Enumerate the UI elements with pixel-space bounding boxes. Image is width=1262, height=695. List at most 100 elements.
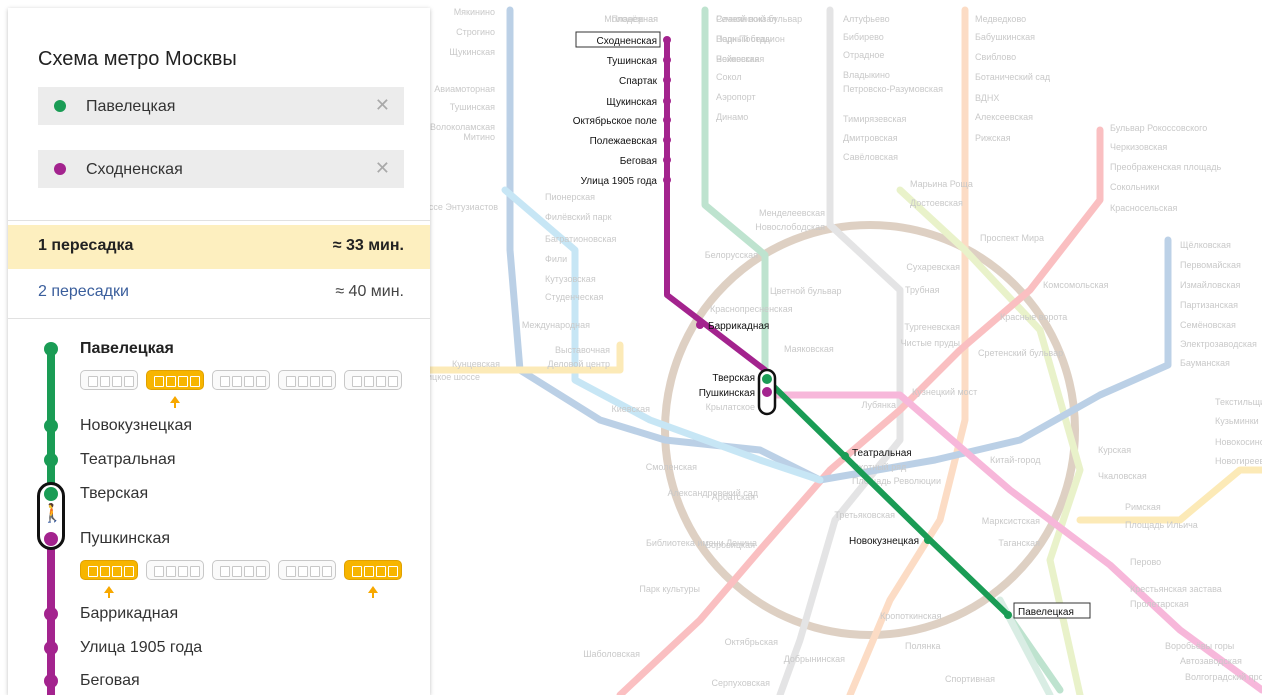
faint-station-label[interactable]: Славянский бульвар — [716, 14, 802, 24]
faint-station-label[interactable]: Фили — [545, 254, 567, 264]
faint-station-label[interactable]: Рижская — [975, 133, 1011, 143]
faint-station-label[interactable]: Строгино — [456, 27, 495, 37]
faint-station-label[interactable]: Третьяковская — [834, 510, 895, 520]
faint-station-label[interactable]: Трубная — [905, 285, 940, 295]
faint-station-label[interactable]: Краснопресненская — [710, 304, 793, 314]
close-icon[interactable]: ✕ — [375, 158, 390, 179]
faint-station-label[interactable]: Автозаводская — [1180, 656, 1242, 666]
faint-station-label[interactable]: Менделеевская — [759, 208, 825, 218]
faint-station-label[interactable]: Волгоградский проспект — [1185, 672, 1262, 682]
faint-station-label[interactable]: Добрынинская — [784, 654, 845, 664]
faint-station-label[interactable]: Партизанская — [1180, 300, 1238, 310]
faint-station-label[interactable]: Ботанический сад — [975, 72, 1051, 82]
faint-station-label[interactable]: Новокосино — [1215, 437, 1262, 447]
faint-station-label[interactable]: Серпуховская — [712, 678, 771, 688]
faint-station-label[interactable]: Авиамоторная — [434, 84, 495, 94]
faint-station-label[interactable]: Библиотека имени Ленина — [646, 538, 757, 548]
faint-station-label[interactable]: Курская — [1098, 445, 1131, 455]
faint-station-label[interactable]: Воробьёвы горы — [1165, 641, 1234, 651]
faint-station-label[interactable]: Митино — [463, 132, 495, 142]
faint-station-label[interactable]: Международная — [522, 320, 590, 330]
faint-station-label[interactable]: Электрозаводская — [1180, 339, 1257, 349]
faint-station-label[interactable]: Аэропорт — [716, 92, 756, 102]
route-option-2[interactable]: 2 пересадки ≈ 40 мин. — [8, 271, 430, 315]
faint-station-label[interactable]: Преображенская площадь — [1110, 162, 1222, 172]
faint-station-label[interactable]: Кунцевская — [452, 359, 500, 369]
faint-station-label[interactable]: Спортивная — [945, 674, 995, 684]
faint-station-label[interactable]: Сретенский бульвар — [978, 348, 1063, 358]
faint-station-label[interactable]: Щукинская — [449, 47, 495, 57]
faint-station-label[interactable]: Перово — [1130, 557, 1161, 567]
faint-station-label[interactable]: Пионерская — [545, 192, 595, 202]
faint-station-label[interactable]: Волоколамская — [430, 122, 495, 132]
faint-station-label[interactable]: Лубянка — [861, 400, 896, 410]
faint-station-label[interactable]: Парк Победы — [716, 34, 772, 44]
faint-station-label[interactable]: Выставочная — [555, 345, 610, 355]
faint-station-label[interactable]: Тургеневская — [904, 322, 960, 332]
faint-station-label[interactable]: Сокол — [716, 72, 742, 82]
faint-station-label[interactable]: Отрадное — [843, 50, 884, 60]
station-dot-tverskaya[interactable] — [762, 374, 772, 384]
faint-station-label[interactable]: Киевская — [612, 404, 651, 414]
faint-station-label[interactable]: Чистые пруды — [901, 338, 960, 348]
faint-station-label[interactable]: Багратионовская — [545, 234, 616, 244]
faint-station-label[interactable]: Таганская — [998, 538, 1040, 548]
faint-station-label[interactable]: Мякинино — [454, 7, 495, 17]
faint-station-label[interactable]: Новогиреево — [1215, 456, 1262, 466]
faint-station-label[interactable]: Белорусская — [705, 250, 758, 260]
faint-station-label[interactable]: Филёвский парк — [545, 212, 612, 222]
faint-station-label[interactable]: Алтуфьево — [843, 14, 890, 24]
faint-station-label[interactable]: Крылатское — [706, 402, 755, 412]
close-icon[interactable]: ✕ — [375, 95, 390, 116]
faint-station-label[interactable]: Студенческая — [545, 292, 603, 302]
faint-station-label[interactable]: Комсомольская — [1043, 280, 1109, 290]
faint-station-label[interactable]: Сокольники — [1110, 182, 1159, 192]
faint-station-label[interactable]: Пролетарская — [1130, 599, 1189, 609]
faint-station-label[interactable]: Деловой центр — [547, 359, 610, 369]
faint-station-label[interactable]: Кузнецкий мост — [912, 387, 977, 397]
faint-station-label[interactable]: Бабушкинская — [975, 32, 1035, 42]
faint-station-label[interactable]: Римская — [1125, 502, 1161, 512]
faint-station-label[interactable]: Динамо — [716, 112, 748, 122]
faint-station-label[interactable]: Измайловская — [1180, 280, 1240, 290]
faint-station-label[interactable]: Парк культуры — [639, 584, 700, 594]
faint-station-label[interactable]: Первомайская — [1180, 260, 1241, 270]
faint-station-label[interactable]: Чкаловская — [1098, 471, 1147, 481]
faint-station-label[interactable]: Бибирево — [843, 32, 884, 42]
faint-station-label[interactable]: Савёловская — [843, 152, 898, 162]
faint-station-label[interactable]: Достоевская — [910, 198, 963, 208]
faint-station-label[interactable]: Китай-город — [990, 455, 1041, 465]
faint-station-label[interactable]: Марксистская — [982, 516, 1040, 526]
faint-station-label[interactable]: Семёновская — [1180, 320, 1236, 330]
faint-station-label[interactable]: Кропоткинская — [880, 611, 942, 621]
faint-station-label[interactable]: Текстильщики — [1215, 397, 1262, 407]
faint-station-label[interactable]: Цветной бульвар — [770, 286, 842, 296]
faint-station-label[interactable]: Красносельская — [1110, 203, 1178, 213]
faint-station-label[interactable]: Бульвар Рокоссовского — [1110, 123, 1207, 133]
faint-station-label[interactable]: Кузьминки — [1215, 416, 1259, 426]
faint-station-label[interactable]: Бауманская — [1180, 358, 1230, 368]
faint-station-label[interactable]: Дмитровская — [843, 133, 898, 143]
faint-station-label[interactable]: Владыкино — [843, 70, 890, 80]
faint-station-label[interactable]: Площадь Ильича — [1125, 520, 1198, 530]
faint-station-label[interactable]: Сухаревская — [906, 262, 960, 272]
faint-station-label[interactable]: Александровский сад — [668, 488, 759, 498]
faint-station-label[interactable]: Медведково — [975, 14, 1026, 24]
faint-station-label[interactable]: Смоленская — [646, 462, 697, 472]
faint-station-label[interactable]: Полянка — [905, 641, 941, 651]
faint-station-label[interactable]: Тушинская — [450, 102, 495, 112]
faint-station-label[interactable]: ВДНХ — [975, 93, 999, 103]
faint-station-label[interactable]: Черкизовская — [1110, 142, 1167, 152]
from-station-field[interactable]: Павелецкая ✕ — [38, 87, 404, 125]
faint-station-label[interactable]: Щёлковская — [1180, 240, 1231, 250]
faint-station-label[interactable]: Свиблово — [975, 52, 1016, 62]
station-dot-pushkinskaya[interactable] — [762, 387, 772, 397]
faint-station-label[interactable]: Проспект Мира — [980, 233, 1044, 243]
faint-station-label[interactable]: Марьина Роща — [910, 179, 973, 189]
faint-station-label[interactable]: Тимирязевская — [843, 114, 906, 124]
faint-station-label[interactable]: Крестьянская застава — [1130, 584, 1222, 594]
faint-station-label[interactable]: Шаболовская — [583, 649, 640, 659]
faint-station-label[interactable]: Октябрьская — [725, 637, 779, 647]
faint-station-label[interactable]: Новослободская — [755, 222, 825, 232]
faint-station-label[interactable]: Чеховская — [716, 54, 760, 64]
